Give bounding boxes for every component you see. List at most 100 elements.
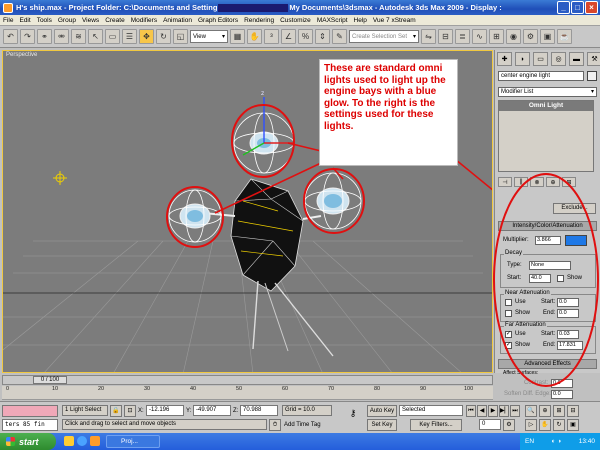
snap-toggle-icon[interactable]: ³: [264, 29, 279, 44]
absolute-mode-icon[interactable]: ⊡: [124, 405, 136, 417]
object-color-swatch[interactable]: [587, 71, 597, 81]
pivot-icon[interactable]: ▦: [230, 29, 245, 44]
time-configuration-icon[interactable]: ⚙: [503, 419, 515, 431]
zoom-icon[interactable]: 🔍: [525, 405, 537, 417]
hierarchy-tab-icon[interactable]: ▭: [533, 52, 548, 66]
render-frame-icon[interactable]: ▣: [540, 29, 555, 44]
add-time-tag[interactable]: Add Time Tag: [284, 422, 321, 428]
layer-manager-icon[interactable]: ≣: [455, 29, 470, 44]
start-button[interactable]: start: [0, 433, 56, 450]
create-tab-icon[interactable]: ✚: [497, 52, 512, 66]
previous-frame-icon[interactable]: ◀: [477, 405, 487, 417]
menu-rendering[interactable]: Rendering: [244, 17, 274, 24]
close-button[interactable]: ×: [585, 1, 598, 14]
next-frame-icon[interactable]: ▶▏: [499, 405, 509, 417]
display-tab-icon[interactable]: ▬: [569, 52, 584, 66]
auto-key-button[interactable]: Auto Key: [367, 405, 397, 417]
maxscript-listener-field[interactable]: ters 85 fin: [2, 419, 58, 431]
time-slider[interactable]: 0 / 100: [2, 375, 493, 385]
select-icon[interactable]: ↖: [88, 29, 103, 44]
menu-file[interactable]: File: [3, 17, 13, 24]
orbit-icon[interactable]: ↻: [553, 419, 565, 431]
maxscript-listener-pink[interactable]: [2, 405, 58, 417]
render-setup-icon[interactable]: ⚙: [523, 29, 538, 44]
zoom-all-icon[interactable]: ⊕: [539, 405, 551, 417]
select-manipulate-icon[interactable]: ✋: [247, 29, 262, 44]
pan-icon[interactable]: ✋: [539, 419, 551, 431]
modify-tab-icon[interactable]: ◗: [515, 52, 530, 66]
mirror-icon[interactable]: ⇋: [421, 29, 436, 44]
angle-snap-icon[interactable]: ∠: [281, 29, 296, 44]
language-indicator[interactable]: EN: [525, 438, 534, 445]
maximize-button[interactable]: □: [571, 1, 584, 14]
named-selection-set-placeholder: Create Selection Set: [352, 33, 408, 40]
modifier-list-dropdown[interactable]: Modifier List ▾: [498, 87, 597, 97]
curve-editor-icon[interactable]: ∿: [472, 29, 487, 44]
object-name-field[interactable]: center engine light: [498, 71, 584, 81]
go-to-end-icon[interactable]: ⏭: [510, 405, 520, 417]
minimize-button[interactable]: _: [557, 1, 570, 14]
reference-coordinate-dropdown[interactable]: View ▾: [190, 30, 228, 43]
time-slider-thumb[interactable]: 0 / 100: [33, 376, 67, 384]
play-icon[interactable]: ▶: [488, 405, 498, 417]
key-icon[interactable]: ⚷: [344, 408, 362, 420]
select-region-icon[interactable]: ▭: [105, 29, 120, 44]
rotate-icon[interactable]: ↻: [156, 29, 171, 44]
3dsmax-launch-icon[interactable]: [90, 436, 100, 446]
menu-vue-xstream[interactable]: Vue 7 xStream: [373, 17, 416, 24]
start-label: start: [19, 436, 39, 447]
percent-snap-icon[interactable]: %: [298, 29, 313, 44]
edit-named-selection-icon[interactable]: ✎: [332, 29, 347, 44]
menu-animation[interactable]: Animation: [163, 17, 192, 24]
menu-help[interactable]: Help: [354, 17, 367, 24]
menu-group[interactable]: Group: [58, 17, 76, 24]
align-icon[interactable]: ⊟: [438, 29, 453, 44]
current-frame-field[interactable]: 0: [479, 419, 501, 430]
folder-icon[interactable]: [64, 436, 74, 446]
z-coordinate-field[interactable]: 70.988: [240, 405, 278, 416]
menu-graph-editors[interactable]: Graph Editors: [198, 17, 238, 24]
unlink-icon[interactable]: ⚮: [54, 29, 69, 44]
spaceship-model[interactable]: [202, 178, 334, 357]
schematic-view-icon[interactable]: ⊞: [489, 29, 504, 44]
time-tag-icon[interactable]: ⏱: [269, 419, 281, 431]
set-key-button[interactable]: Set Key: [367, 419, 397, 431]
motion-tab-icon[interactable]: ◎: [551, 52, 566, 66]
zoom-extents-all-icon[interactable]: ⊟: [567, 405, 579, 417]
named-selection-set-dropdown[interactable]: Create Selection Set ▾: [349, 30, 419, 43]
scale-icon[interactable]: ◱: [173, 29, 188, 44]
zoom-extents-icon[interactable]: ⊞: [553, 405, 565, 417]
redo-icon[interactable]: ↷: [20, 29, 35, 44]
track-bar[interactable]: 0 10 20 30 40 50 60 70 80 90 100: [2, 386, 493, 400]
x-coordinate-field[interactable]: -12.196: [146, 405, 184, 416]
taskbar-item-project[interactable]: Proj...: [106, 435, 160, 448]
menu-views[interactable]: Views: [82, 17, 99, 24]
field-of-view-icon[interactable]: ▷: [525, 419, 537, 431]
link-icon[interactable]: ⚭: [37, 29, 52, 44]
spinner-snap-icon[interactable]: ⇕: [315, 29, 330, 44]
y-coordinate-field[interactable]: -49.907: [193, 405, 231, 416]
browser-icon[interactable]: [77, 436, 87, 446]
quick-render-icon[interactable]: ☕: [557, 29, 572, 44]
menu-create[interactable]: Create: [105, 17, 125, 24]
select-by-name-icon[interactable]: ☰: [122, 29, 137, 44]
status-bar: ters 85 fin 1 Light Select 🔒 ⊡ X: -12.19…: [0, 401, 600, 433]
menu-maxscript[interactable]: MAXScript: [317, 17, 348, 24]
lock-selection-icon[interactable]: 🔒: [110, 405, 122, 417]
menu-modifiers[interactable]: Modifiers: [131, 17, 157, 24]
key-filters-button[interactable]: Key Filters...: [410, 419, 462, 431]
utilities-tab-icon[interactable]: ⚒: [587, 52, 600, 66]
go-to-start-icon[interactable]: ⏮: [466, 405, 476, 417]
maximize-viewport-icon[interactable]: ▣: [567, 419, 579, 431]
undo-icon[interactable]: ↶: [3, 29, 18, 44]
soften-spinner[interactable]: 0.0: [551, 390, 573, 399]
menu-tools[interactable]: Tools: [37, 17, 52, 24]
menu-edit[interactable]: Edit: [19, 17, 30, 24]
key-mode-dropdown[interactable]: Selected: [399, 405, 463, 416]
stack-item-omni-light[interactable]: Omni Light: [499, 101, 593, 111]
menu-customize[interactable]: Customize: [280, 17, 311, 24]
modifier-stack[interactable]: Omni Light: [498, 100, 594, 172]
bind-space-warp-icon[interactable]: ≋: [71, 29, 86, 44]
move-icon[interactable]: ✥: [139, 29, 154, 44]
material-editor-icon[interactable]: ◉: [506, 29, 521, 44]
